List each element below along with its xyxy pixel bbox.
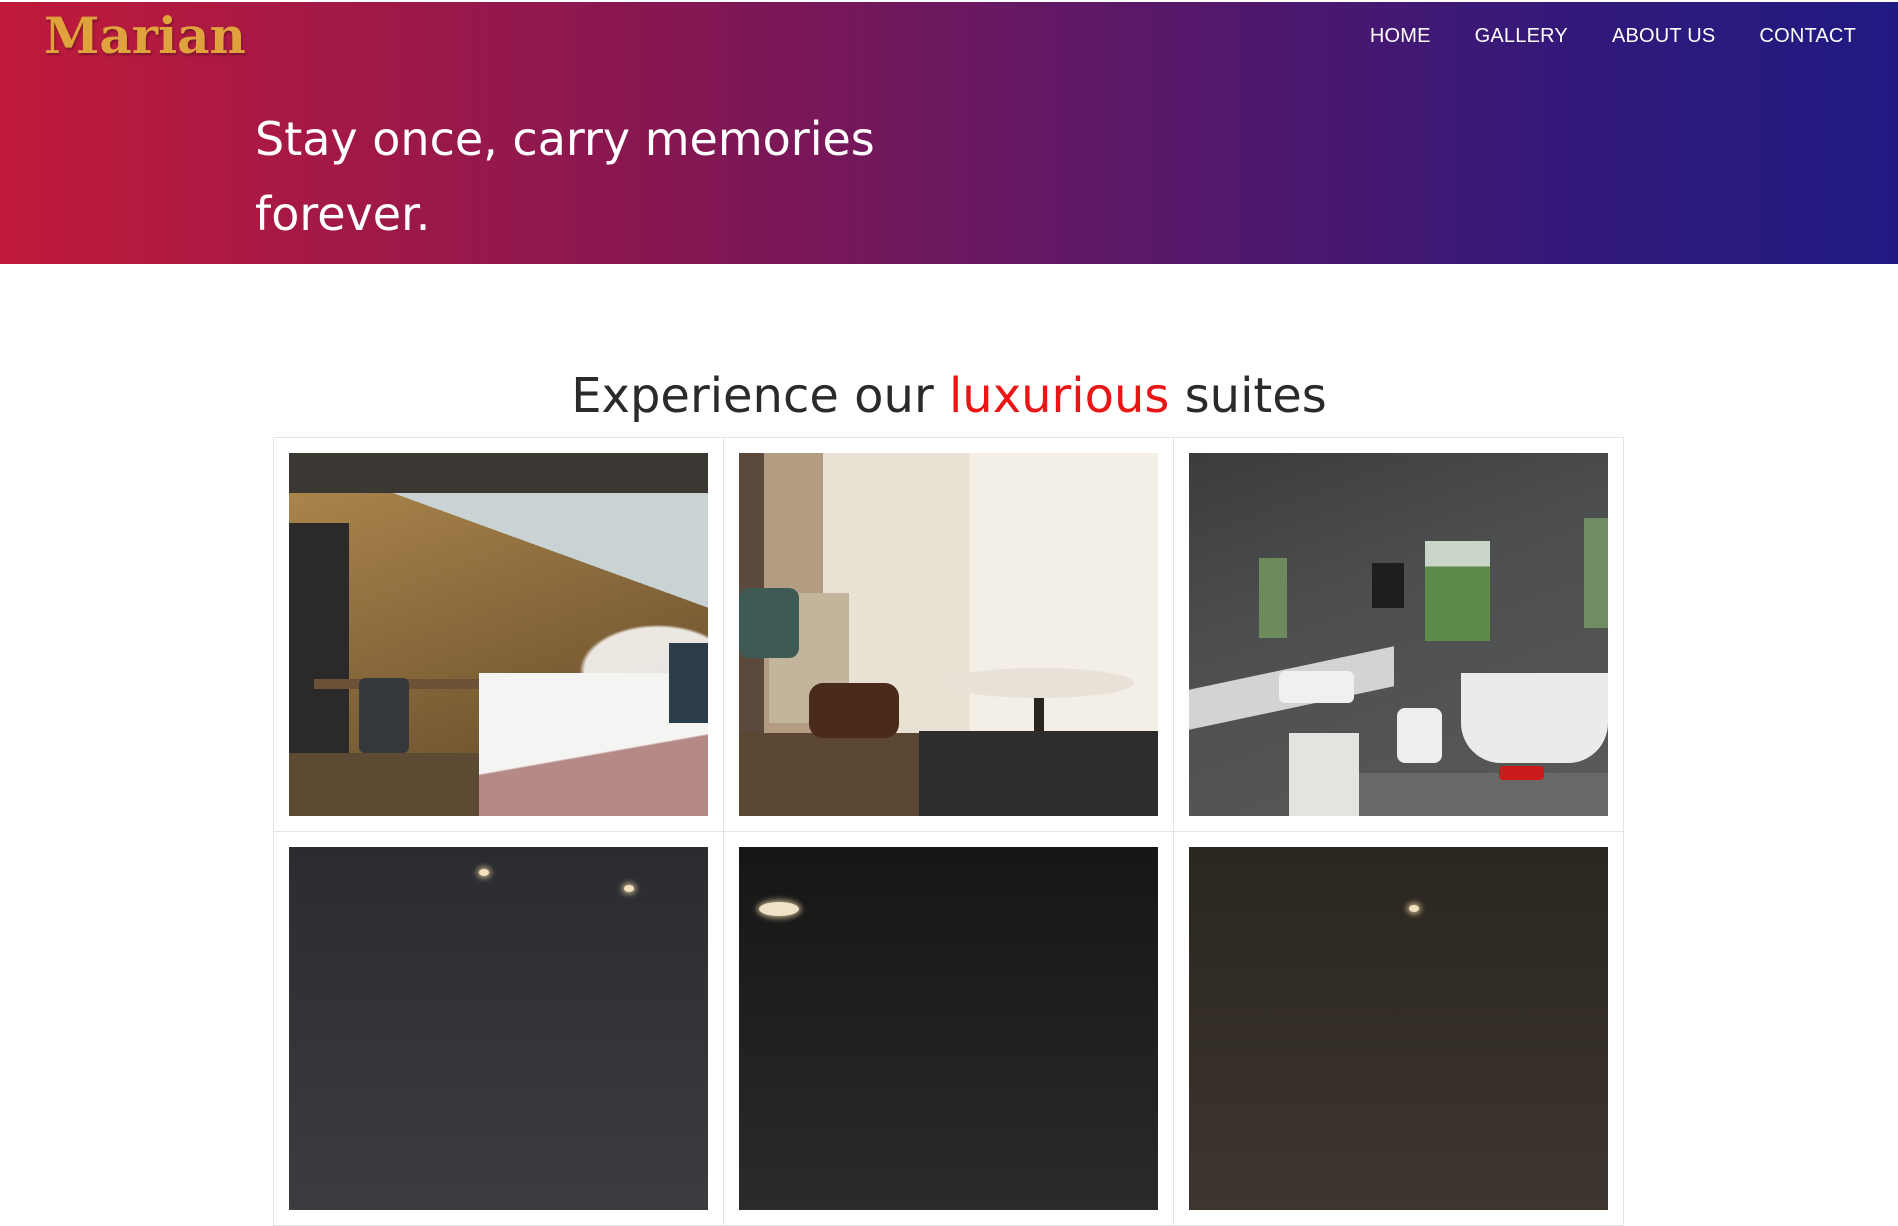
hero-tagline-line2: forever. bbox=[255, 187, 431, 241]
suites-title-before: Experience our bbox=[571, 368, 949, 424]
suite-photo-bathroom[interactable] bbox=[1189, 453, 1608, 816]
gallery-cell bbox=[723, 831, 1174, 1226]
hero-tagline-line1: Stay once, carry memories bbox=[255, 112, 875, 166]
suite-photo-bedroom[interactable] bbox=[289, 453, 708, 816]
gallery-cell bbox=[1173, 437, 1624, 832]
hero-banner: Marian HOME GALLERY ABOUT US CONTACT Sta… bbox=[0, 0, 1898, 264]
suite-photo-lounge[interactable] bbox=[739, 453, 1158, 816]
suite-photo-dark-room[interactable] bbox=[289, 847, 708, 1210]
suite-photo-pendant-room[interactable] bbox=[739, 847, 1158, 1210]
hero-tagline: Stay once, carry memories forever. bbox=[255, 102, 955, 252]
brand-logo[interactable]: Marian bbox=[44, 6, 246, 66]
gallery-cell bbox=[273, 831, 724, 1226]
nav-about-us-link[interactable]: ABOUT US bbox=[1612, 22, 1715, 50]
nav-gallery-link[interactable]: GALLERY bbox=[1475, 22, 1568, 50]
suites-title-accent: luxurious bbox=[948, 368, 1170, 424]
gallery-cell bbox=[723, 437, 1174, 832]
suites-section-title: Experience our luxurious suites bbox=[0, 366, 1898, 426]
suites-title-after: suites bbox=[1169, 368, 1327, 424]
main-nav: HOME GALLERY ABOUT US CONTACT bbox=[1370, 22, 1856, 50]
gallery-cell bbox=[1173, 831, 1624, 1226]
nav-home-link[interactable]: HOME bbox=[1370, 22, 1431, 50]
suite-photo-warm-room[interactable] bbox=[1189, 847, 1608, 1210]
gallery-cell bbox=[273, 437, 724, 832]
suites-gallery bbox=[273, 437, 1624, 1226]
nav-contact-link[interactable]: CONTACT bbox=[1759, 22, 1856, 50]
